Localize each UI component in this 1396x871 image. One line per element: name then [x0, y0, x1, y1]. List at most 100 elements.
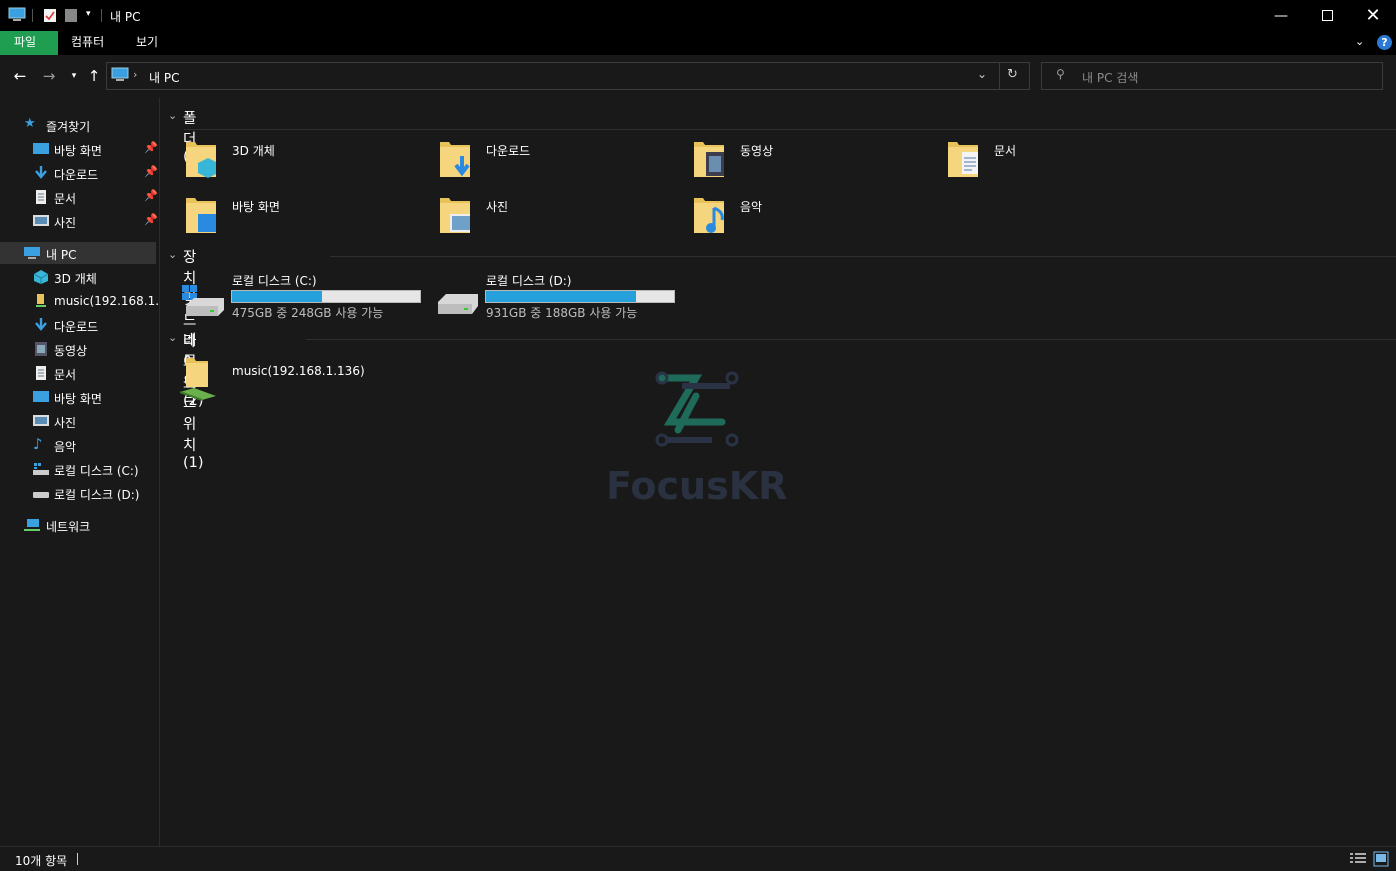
- folder-documents[interactable]: 문서: [942, 136, 1182, 186]
- sidebar-item-documents[interactable]: 문서 📌: [0, 186, 158, 208]
- download-arrow-icon: [35, 166, 47, 179]
- large-icons-view-icon[interactable]: [1373, 851, 1389, 867]
- pin-icon[interactable]: 📌: [144, 189, 158, 202]
- divider: [306, 339, 1396, 340]
- sidebar-item-desktop[interactable]: 바탕 화면 📌: [0, 138, 158, 160]
- document-icon: [36, 190, 46, 204]
- folder-pictures-icon: [440, 198, 470, 233]
- drive-icon: [33, 492, 49, 498]
- properties-icon[interactable]: [43, 8, 57, 23]
- drive-usage-fill: [232, 291, 323, 302]
- divider: [77, 853, 78, 865]
- close-button[interactable]: ✕: [1350, 0, 1396, 31]
- search-icon: ⚲: [1056, 67, 1065, 81]
- collapse-chevron-icon[interactable]: ⌄: [168, 109, 177, 122]
- folder-downloads[interactable]: 다운로드: [434, 136, 674, 186]
- sidebar-item-network-drive[interactable]: music(192.168.1.136): [0, 290, 158, 312]
- divider: [330, 256, 1396, 257]
- drive-usage-fill: [486, 291, 637, 302]
- star-icon: ★: [24, 116, 36, 131]
- refresh-icon[interactable]: ↻: [1007, 67, 1018, 82]
- folder-3d-icon: [186, 142, 216, 178]
- network-drive-icon: [36, 294, 46, 307]
- cube-icon: [33, 270, 49, 284]
- video-icon: [35, 342, 47, 356]
- sidebar-item-pictures[interactable]: 사진 📌: [0, 210, 158, 232]
- title-bar: ▾ 내 PC — ✕: [0, 0, 1396, 31]
- sidebar-item-desktop[interactable]: 바탕 화면: [0, 386, 158, 408]
- sidebar-item-videos[interactable]: 동영상: [0, 338, 158, 360]
- search-placeholder: 내 PC 검색: [1082, 71, 1139, 85]
- sidebar-item-this-pc[interactable]: 내 PC: [0, 242, 156, 264]
- sidebar-item-downloads[interactable]: 다운로드: [0, 314, 158, 336]
- forward-arrow-icon[interactable]: →: [39, 66, 59, 86]
- address-bar[interactable]: › 내 PC ⌄ ↻: [106, 62, 1030, 90]
- sidebar-item-network[interactable]: 네트워크: [0, 514, 158, 536]
- sidebar-item-drive-d[interactable]: 로컬 디스크 (D:): [0, 482, 158, 504]
- network-drive-icon: [180, 358, 216, 401]
- computer-icon: [24, 247, 40, 259]
- item-count: 10개 항목: [15, 854, 68, 868]
- sidebar-item-downloads[interactable]: 다운로드 📌: [0, 162, 158, 184]
- sidebar-item-quick-access[interactable]: ★ 즐겨찾기: [0, 114, 158, 136]
- maximize-button[interactable]: [1304, 0, 1350, 31]
- divider: [184, 129, 1396, 130]
- folder-desktop-icon: [186, 198, 216, 233]
- pin-icon[interactable]: 📌: [144, 141, 158, 154]
- sidebar-item-3d-objects[interactable]: 3D 개체: [0, 266, 158, 288]
- window-title: 내 PC: [110, 10, 141, 24]
- sidebar-item-music[interactable]: ♪ 음악: [0, 434, 158, 456]
- breadcrumb-this-pc[interactable]: 내 PC: [149, 69, 179, 86]
- folder-document-icon: [948, 142, 978, 177]
- drive-c[interactable]: 로컬 디스크 (C:) 475GB 중 248GB 사용 가능: [180, 270, 425, 322]
- breadcrumb-separator-icon[interactable]: ›: [133, 68, 137, 81]
- windows-drive-icon: [33, 463, 49, 475]
- drive-d[interactable]: 로컬 디스크 (D:) 931GB 중 188GB 사용 가능: [434, 270, 679, 322]
- customize-chevron-icon[interactable]: ▾: [86, 9, 91, 19]
- sidebar-item-documents[interactable]: 문서: [0, 362, 158, 384]
- back-arrow-icon[interactable]: ←: [10, 66, 30, 86]
- ribbon-expand-chevron-icon[interactable]: ⌄: [1355, 35, 1364, 48]
- folder-music[interactable]: 음악: [688, 192, 928, 242]
- sidebar-item-pictures[interactable]: 사진: [0, 410, 158, 432]
- collapse-chevron-icon[interactable]: ⌄: [168, 248, 177, 261]
- folder-pictures[interactable]: 사진: [434, 192, 674, 242]
- tab-view[interactable]: 보기: [122, 31, 172, 55]
- recent-locations-chevron-icon[interactable]: ▾: [64, 66, 84, 86]
- pin-icon[interactable]: 📌: [144, 213, 158, 226]
- navigation-pane: ★ 즐겨찾기 바탕 화면 📌 다운로드 📌 문서 📌 사진 📌 내 PC 3D …: [0, 98, 160, 846]
- network-location-music[interactable]: music(192.168.1.136): [180, 356, 420, 406]
- tab-computer[interactable]: 컴퓨터: [57, 31, 118, 55]
- watermark-text: FocusKR: [606, 464, 788, 508]
- folder-video-icon: [694, 142, 724, 177]
- divider: [999, 63, 1000, 89]
- drive-usage-bar: [485, 290, 675, 303]
- status-bar: 10개 항목: [0, 846, 1396, 871]
- search-box[interactable]: ⚲ 내 PC 검색: [1041, 62, 1383, 90]
- sidebar-item-drive-c[interactable]: 로컬 디스크 (C:): [0, 458, 158, 480]
- folder-desktop[interactable]: 바탕 화면: [180, 192, 420, 242]
- focuskr-logo-icon: [655, 371, 739, 447]
- pin-icon[interactable]: 📌: [144, 165, 158, 178]
- folder-videos[interactable]: 동영상: [688, 136, 928, 186]
- download-arrow-icon: [35, 318, 47, 331]
- folder-download-icon: [440, 142, 470, 177]
- folder-music-icon: [694, 198, 724, 233]
- help-icon[interactable]: ?: [1377, 35, 1392, 50]
- details-view-icon[interactable]: [1350, 852, 1366, 866]
- computer-icon: [111, 67, 129, 81]
- computer-icon: [8, 7, 26, 21]
- address-dropdown-chevron-icon[interactable]: ⌄: [977, 67, 987, 81]
- pictures-icon: [33, 215, 49, 226]
- minimize-button[interactable]: —: [1258, 0, 1304, 31]
- network-icon: [24, 519, 40, 531]
- music-note-icon: ♪: [33, 435, 43, 453]
- desktop-icon: [33, 143, 49, 154]
- up-arrow-icon[interactable]: ↑: [84, 66, 104, 86]
- drive-icon: [438, 294, 478, 314]
- new-folder-icon[interactable]: [64, 8, 78, 23]
- folder-3d-objects[interactable]: 3D 개체: [180, 136, 420, 186]
- collapse-chevron-icon[interactable]: ⌄: [168, 331, 177, 344]
- tab-file[interactable]: 파일: [0, 31, 58, 55]
- pictures-icon: [33, 415, 49, 426]
